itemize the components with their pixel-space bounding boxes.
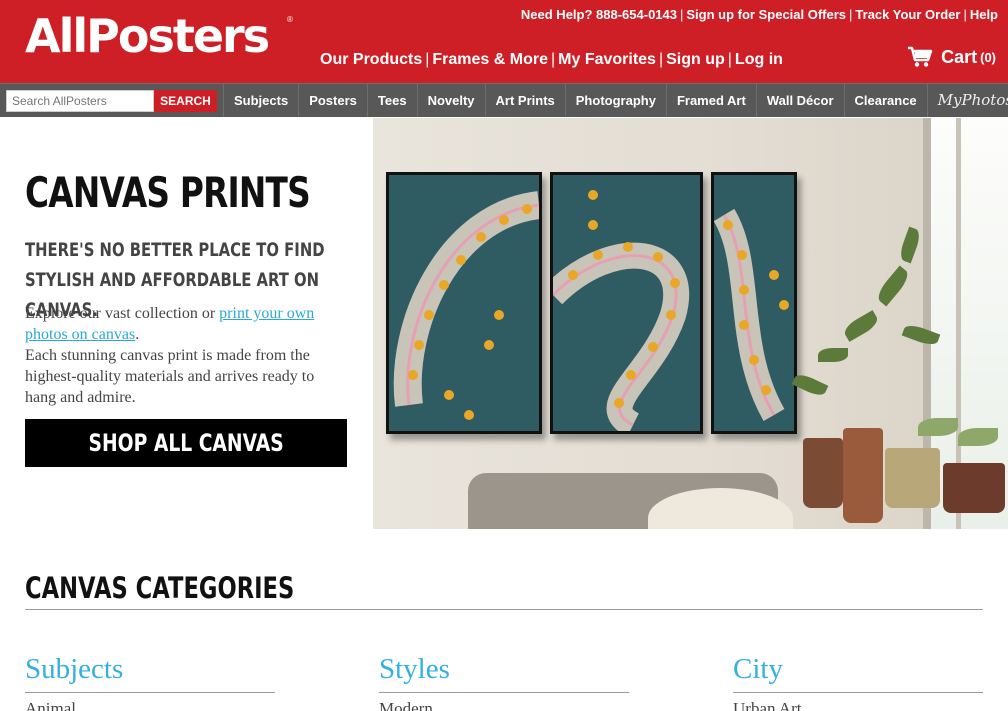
plant-leaf — [818, 348, 848, 362]
track-order-link[interactable]: Track Your Order — [855, 7, 960, 22]
sign-up-link[interactable]: Sign up — [666, 51, 725, 68]
plant-pot — [943, 463, 1005, 513]
canvas-panel-left — [386, 172, 542, 434]
separator: | — [658, 51, 664, 68]
hero-description: Explore our vast collection or print you… — [25, 303, 345, 408]
help-phone-link[interactable]: Need Help? 888-654-0143 — [521, 7, 677, 22]
special-offers-link[interactable]: Sign up for Special Offers — [686, 7, 846, 22]
category-heading[interactable]: Subjects — [25, 651, 275, 687]
separator: | — [425, 51, 430, 68]
nav-myphotos[interactable]: MyPhotos — [926, 84, 1008, 117]
cart-icon — [908, 46, 933, 67]
nav-clearance[interactable]: Clearance — [843, 84, 927, 117]
hero-body-intro: Explore our vast collection or — [25, 305, 220, 322]
help-link[interactable]: Help — [970, 7, 998, 22]
plant-pot — [885, 448, 940, 508]
nav-subjects[interactable]: Subjects — [223, 84, 298, 117]
page-title: CANVAS PRINTS — [25, 168, 311, 217]
main-links: Our Products | Frames & More | My Favorites |… — [320, 51, 783, 69]
divider — [733, 692, 983, 693]
divider — [25, 609, 983, 610]
plant-leaf — [874, 265, 912, 307]
nav-tees[interactable]: Tees — [366, 84, 417, 117]
marquee-art — [714, 208, 789, 421]
separator: | — [849, 7, 853, 22]
hero-body-period: . — [135, 326, 140, 343]
hero-body-rest: Each stunning canvas print is made from … — [25, 347, 315, 406]
plant-leaf — [897, 226, 923, 264]
plant-leaf — [841, 310, 881, 342]
separator: | — [680, 7, 684, 22]
search-button[interactable]: SEARCH — [154, 90, 217, 112]
my-favorites-link[interactable]: My Favorites — [558, 51, 656, 68]
marquee-art — [553, 190, 690, 431]
separator: | — [963, 7, 967, 22]
trademark: ® — [287, 15, 293, 24]
nav-posters[interactable]: Posters — [298, 84, 367, 117]
our-products-link[interactable]: Our Products — [320, 51, 422, 68]
cart-count: (0) — [980, 49, 996, 65]
category-heading[interactable]: City — [733, 651, 983, 687]
plant-leaf — [958, 428, 998, 446]
nav-photography[interactable]: Photography — [564, 84, 666, 117]
category-link[interactable]: Animal — [25, 699, 275, 711]
category-heading[interactable]: Styles — [379, 651, 629, 687]
category-column-subjects: Subjects Animal — [25, 651, 275, 711]
separator: | — [550, 51, 556, 68]
plant-pot — [803, 438, 843, 508]
hero-image[interactable] — [373, 118, 1008, 529]
divider — [379, 692, 629, 693]
plant-leaf — [918, 418, 958, 436]
nav-wall-decor[interactable]: Wall Décor — [755, 84, 844, 117]
nav-items: Subjects Posters Tees Novelty Art Prints… — [223, 84, 1008, 117]
canvas-panel-right — [711, 172, 797, 434]
site-header: AllPosters ® Need Help? 888-654-0143 | Sig… — [0, 0, 1008, 83]
category-column-styles: Styles Modern — [379, 651, 629, 711]
marquee-art — [393, 191, 539, 420]
frames-more-link[interactable]: Frames & More — [432, 51, 548, 68]
cart-button[interactable]: Cart (0) — [907, 46, 996, 68]
category-link[interactable]: Urban Art — [733, 699, 983, 711]
shop-all-canvas-label: SHOP ALL CANVAS — [88, 429, 284, 457]
divider — [25, 692, 275, 693]
canvas-panel-middle — [550, 172, 703, 434]
log-in-link[interactable]: Log in — [735, 51, 783, 68]
nav-art-prints[interactable]: Art Prints — [484, 84, 565, 117]
search-input[interactable] — [6, 90, 154, 112]
plant-pot — [843, 428, 883, 523]
categories-title: CANVAS CATEGORIES — [25, 571, 295, 605]
cart-label: Cart — [941, 46, 978, 67]
category-column-city: City Urban Art — [733, 651, 983, 711]
nav-framed-art[interactable]: Framed Art — [665, 84, 756, 117]
shop-all-canvas-button[interactable]: SHOP ALL CANVAS — [25, 419, 347, 467]
category-link[interactable]: Modern — [379, 699, 629, 711]
separator: | — [727, 51, 732, 68]
nav-novelty[interactable]: Novelty — [416, 84, 485, 117]
category-navbar: SEARCH Subjects Posters Tees Novelty Art… — [0, 83, 1008, 117]
utility-links: Need Help? 888-654-0143 | Sign up for Spec… — [521, 7, 998, 22]
plant-leaf — [791, 371, 829, 399]
site-logo[interactable]: AllPosters — [25, 8, 270, 64]
